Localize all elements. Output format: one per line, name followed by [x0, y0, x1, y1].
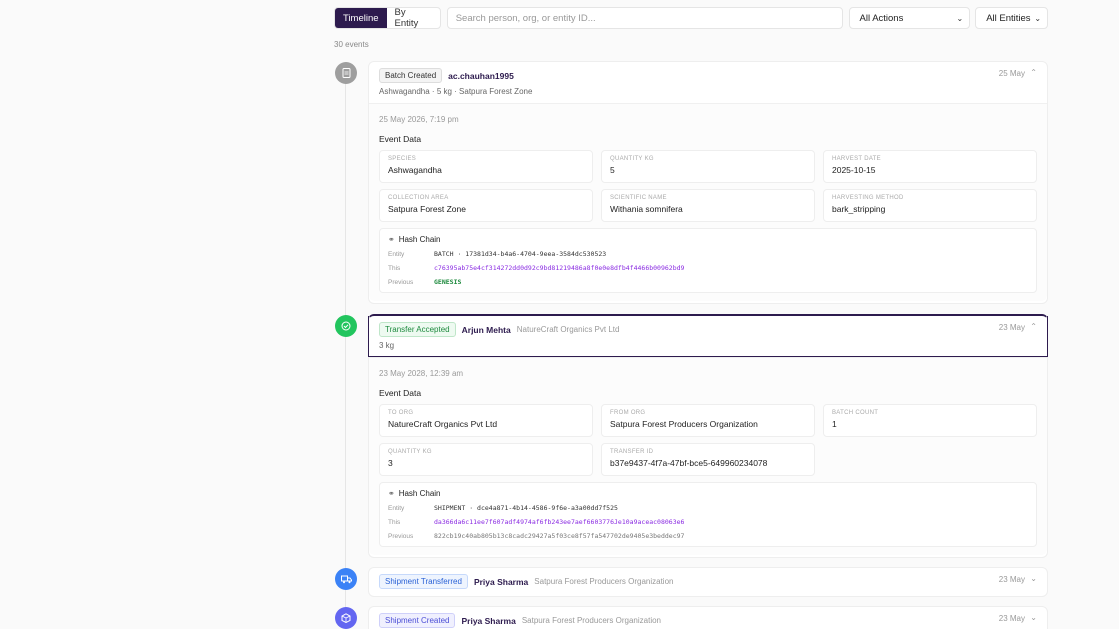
entities-select[interactable]: All Entities ⌄	[975, 7, 1049, 29]
tab-timeline[interactable]: Timeline	[335, 8, 387, 28]
actor-name: ac.chauhan1995	[448, 70, 514, 81]
check-circle-icon	[335, 315, 357, 337]
hash-entity: BATCH · 17381d34-b4a6-4704-9eea-3584dc53…	[434, 250, 607, 258]
hash-this: da366da6c11ee7f607adf4974af6fb243ee7aef6…	[434, 518, 685, 526]
package-icon	[335, 607, 357, 629]
chevron-down-icon[interactable]: ⌄	[1030, 574, 1037, 583]
link-icon: ⚭	[388, 489, 395, 498]
event-date: 23 May	[998, 614, 1025, 623]
action-badge: Batch Created	[379, 68, 443, 83]
chevron-down-icon: ⌄	[1034, 13, 1042, 23]
event-summary: 3 kg	[379, 341, 395, 350]
field-from-org: FROM ORG Satpura Forest Producers Organiz…	[601, 404, 815, 437]
field-batch-count: BATCH COUNT 1	[823, 404, 1037, 437]
event-timestamp: 23 May 2028, 12:39 am	[379, 369, 464, 378]
field-harvest-date: HARVEST DATE 2025-10-15	[823, 150, 1037, 183]
field-quantity-kg: QUANTITY KG 5	[601, 150, 815, 183]
actor-name: Priya Sharma	[461, 615, 516, 626]
entities-select-value: All Entities	[986, 12, 1031, 24]
chevron-up-icon[interactable]: ⌃	[1030, 68, 1037, 77]
event-card-header[interactable]: Transfer Accepted Arjun Mehta NatureCraf…	[368, 316, 1048, 357]
view-toggle: Timeline By Entity	[334, 7, 441, 29]
chevron-down-icon[interactable]: ⌄	[1030, 613, 1037, 622]
event-card-batch-created: Batch Created ac.chauhan1995 Ashwagandha…	[368, 61, 1048, 304]
actor-org: Satpura Forest Producers Organization	[534, 577, 674, 586]
field-transfer-id: TRANSFER ID b37e9437-4f7a-47bf-bce5-64996…	[601, 443, 815, 476]
field-scientific-name: SCIENTIFIC NAME Withania somnifera	[601, 189, 815, 222]
event-date: 25 May	[998, 69, 1025, 78]
event-card-transfer-accepted: Transfer Accepted Arjun Mehta NatureCraf…	[368, 314, 1048, 558]
event-data-title: Event Data	[379, 134, 422, 144]
actor-name: Priya Sharma	[473, 576, 529, 587]
chevron-down-icon: ⌄	[956, 13, 964, 23]
event-card-shipment-created[interactable]: Shipment Created Priya Sharma Satpura Fo…	[368, 606, 1048, 629]
hash-entity: SHIPMENT · dce4a871-4b14-4586-9f6e-a3a00…	[434, 504, 618, 512]
search-input[interactable]	[455, 12, 834, 24]
toolbar: Timeline By Entity All Actions ⌄ All Ent…	[334, 7, 1049, 29]
hash-previous: GENESIS	[434, 278, 462, 286]
hash-chain: ⚭ Hash Chain Entity SHIPMENT · dce4a871-4b…	[379, 482, 1037, 547]
action-badge: Shipment Transferred	[379, 574, 468, 589]
event-date: 23 May	[998, 575, 1025, 584]
event-card-body: 25 May 2026, 7:19 pm Event Data SPECIES A…	[369, 103, 1047, 301]
event-data-grid: TO ORG NatureCraft Organics Pvt Ltd FROM …	[379, 404, 1037, 476]
actor-org: NatureCraft Organics Pvt Ltd	[516, 325, 620, 334]
event-card-shipment-transferred[interactable]: Shipment Transferred Priya Sharma Satpur…	[368, 567, 1048, 597]
hash-previous: 822cb19c40ab805b13c8cadc29427a5f03ce8f57…	[434, 532, 685, 540]
search-box	[446, 7, 843, 29]
event-timestamp: 25 May 2026, 7:19 pm	[379, 115, 459, 124]
actions-select[interactable]: All Actions ⌄	[848, 7, 971, 29]
field-species: SPECIES Ashwagandha	[379, 150, 593, 183]
field-collection-area: COLLECTION AREA Satpura Forest Zone	[379, 189, 593, 222]
hash-chain: ⚭ Hash Chain Entity BATCH · 17381d34-b4a6-…	[379, 228, 1037, 293]
hash-this: c76395ab75e4cf314272dd0d92c9bd81219486a8…	[434, 264, 685, 272]
event-card-header[interactable]: Batch Created ac.chauhan1995 Ashwagandha…	[369, 62, 1047, 103]
actor-org: Satpura Forest Producers Organization	[521, 616, 662, 625]
timeline-line	[345, 74, 346, 629]
action-badge: Shipment Created	[379, 613, 456, 628]
event-card-body: 23 May 2028, 12:39 am Event Data TO ORG N…	[369, 357, 1047, 555]
field-harvesting-method: HARVESTING METHOD bark_stripping	[823, 189, 1037, 222]
event-date: 23 May	[998, 323, 1025, 332]
link-icon: ⚭	[388, 235, 395, 244]
truck-icon	[335, 568, 357, 590]
event-data-title: Event Data	[379, 388, 422, 398]
event-count: 30 events	[334, 40, 369, 49]
event-summary: Ashwagandha · 5 kg · Satpura Forest Zone	[379, 87, 533, 96]
hash-chain-title: Hash Chain	[398, 489, 441, 498]
chevron-up-icon[interactable]: ⌃	[1030, 322, 1037, 331]
tab-by-entity[interactable]: By Entity	[387, 8, 440, 28]
actions-select-value: All Actions	[859, 12, 904, 24]
event-data-grid: SPECIES Ashwagandha QUANTITY KG 5 HARVEST …	[379, 150, 1037, 222]
field-quantity-kg: QUANTITY KG 3	[379, 443, 593, 476]
actor-name: Arjun Mehta	[461, 324, 511, 335]
document-icon	[335, 62, 357, 84]
action-badge: Transfer Accepted	[379, 322, 456, 337]
hash-chain-title: Hash Chain	[398, 235, 441, 244]
field-to-org: TO ORG NatureCraft Organics Pvt Ltd	[379, 404, 593, 437]
